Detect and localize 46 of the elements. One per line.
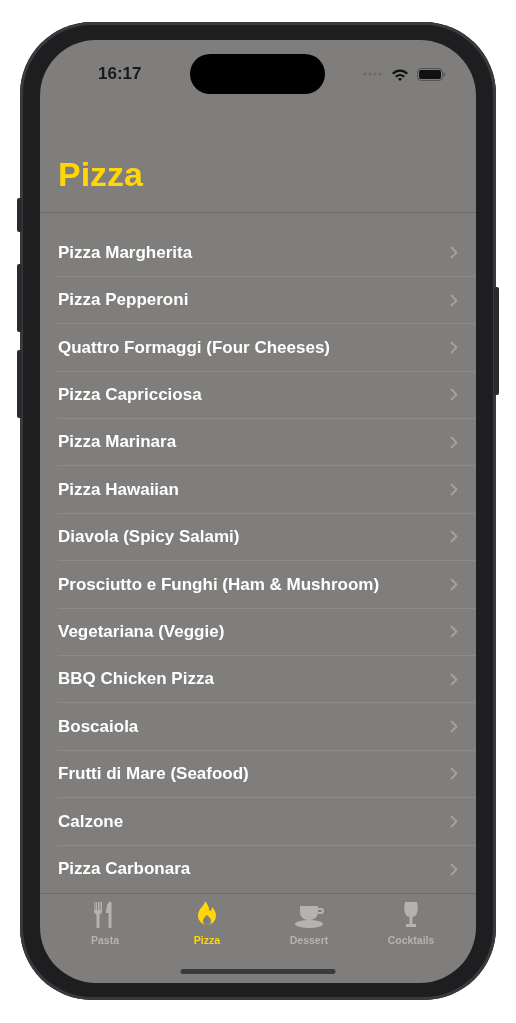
row-label: Boscaiola [58, 715, 139, 738]
list-row[interactable]: Calzone [58, 798, 476, 846]
list-row[interactable]: Pizza Pepperoni [58, 276, 476, 325]
chevron-icon [450, 293, 458, 307]
row-label: Pizza Hawaiian [58, 478, 179, 501]
chevron-icon [450, 340, 458, 354]
row-label: Vegetariana (Veggie) [58, 621, 225, 643]
chevron-icon [450, 435, 458, 449]
list-row[interactable]: Diavola (Spicy Salami) [58, 513, 476, 562]
row-label: Pizza Capricciosa [58, 384, 202, 407]
list-row[interactable]: Frutti di Mare (Seafood) [58, 750, 476, 799]
list-row[interactable]: Vegetariana (Veggie) [58, 608, 476, 656]
status-time: 16:17 [98, 63, 142, 86]
chevron-icon [450, 530, 458, 544]
row-label: Pizza Marinara [58, 431, 177, 454]
chevron-icon [450, 483, 458, 497]
list-row[interactable]: Pizza Hawaiian [58, 466, 476, 514]
battery-icon [417, 67, 446, 81]
chevron-icon [450, 672, 458, 686]
row-label: Calzone [58, 810, 124, 833]
row-label: BBQ Chicken Pizza [58, 668, 214, 691]
row-label: Pizza Margherita [58, 241, 193, 264]
page-title: Pizza [58, 154, 145, 196]
row-label: Quattro Formaggi (Four Cheeses) [58, 336, 331, 359]
row-label: Frutti di Mare (Seafood) [58, 763, 249, 786]
row-label: Pizza Carbonara [58, 858, 191, 881]
chevron-icon [450, 625, 458, 639]
list-row[interactable]: Pizza Capricciosa [58, 371, 476, 419]
wifi-icon [391, 67, 409, 81]
chevron-icon [450, 720, 458, 734]
row-label: Diavola (Spicy Salami) [58, 526, 240, 549]
chevron-icon [450, 767, 458, 781]
chevron-icon [450, 814, 458, 828]
chevron-icon [450, 388, 458, 402]
list-row[interactable]: BBQ Chicken Pizza [58, 655, 476, 704]
list-row[interactable]: Pizza Marinara [58, 419, 476, 467]
list-row[interactable]: Boscaiola [58, 703, 476, 751]
chevron-icon [450, 246, 458, 260]
row-label: Pizza Pepperoni [58, 289, 189, 312]
list-row[interactable]: Pizza Margherita [58, 229, 476, 277]
chevron-icon [450, 577, 458, 591]
list-row[interactable]: Quattro Formaggi (Four Cheeses) [58, 324, 476, 372]
list-row[interactable]: Pizza Carbonara [58, 845, 476, 893]
chevron-icon [450, 862, 458, 876]
list-row[interactable]: Prosciutto e Funghi (Ham & Mushroom) [58, 561, 476, 609]
row-label: Prosciutto e Funghi (Ham & Mushroom) [58, 573, 380, 596]
